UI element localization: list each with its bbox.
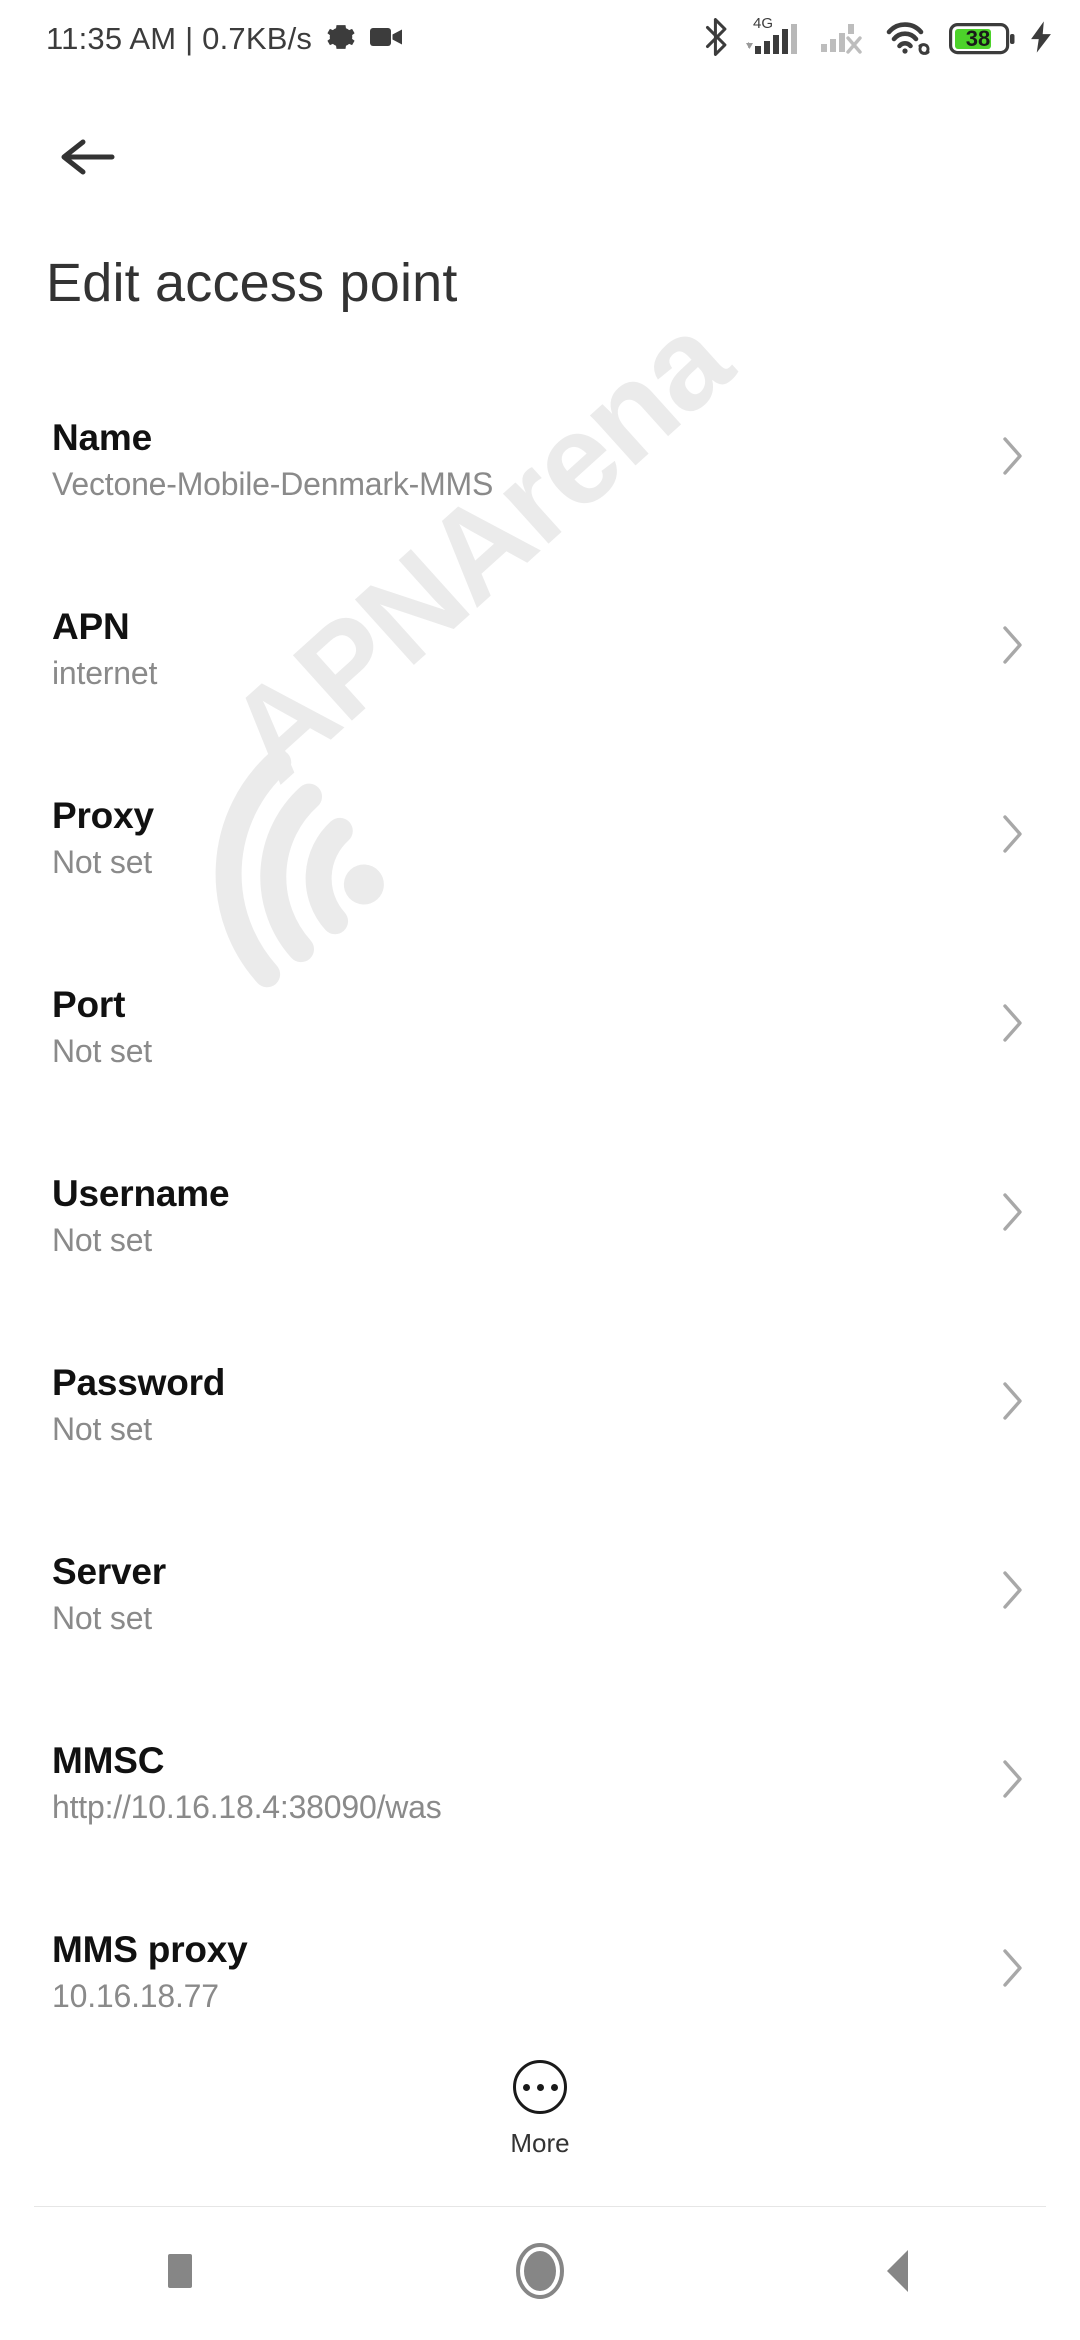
chevron-right-icon	[998, 1187, 1028, 1237]
row-text-group: Proxy Not set	[52, 773, 1028, 881]
link-chain-icon	[918, 42, 930, 55]
chevron-right-icon	[998, 809, 1028, 859]
chevron-right-icon	[998, 998, 1028, 1048]
row-title: Port	[52, 984, 126, 1025]
row-title: APN	[52, 606, 130, 647]
dot	[522, 2083, 530, 2091]
row-value: Not set	[52, 1600, 152, 1637]
network-type-label: 4G	[753, 15, 774, 32]
list-item[interactable]: Server Not set	[0, 1529, 1080, 1718]
video-camera-icon	[370, 25, 404, 54]
row-text-group: Server Not set	[52, 1529, 1028, 1637]
status-bar-right: 4G 38	[703, 15, 1054, 61]
row-title: MMS proxy	[52, 1929, 248, 1970]
row-title: Name	[52, 417, 152, 458]
list-item[interactable]: APN internet	[0, 584, 1080, 773]
signal-4g-icon: 4G	[744, 15, 806, 58]
back-button[interactable]	[46, 117, 130, 201]
triangle-left-icon	[879, 2246, 921, 2301]
row-value: Vectone-Mobile-Denmark-MMS	[52, 466, 494, 503]
overflow-dots-circle-icon	[513, 2060, 567, 2114]
circle-icon	[511, 2240, 569, 2307]
square-icon	[162, 2249, 198, 2298]
settings-list: Name Vectone-Mobile-Denmark-MMS APN inte…	[0, 395, 1080, 2096]
chevron-right-icon	[998, 1943, 1028, 1993]
row-value: http://10.16.18.4:38090/was	[52, 1789, 442, 1826]
charging-bolt-icon	[1028, 20, 1054, 59]
phone-screen: 11:35 AM | 0.7KB/s 4G 38 Edit access poi…	[0, 0, 1080, 2340]
chevron-right-icon	[998, 1376, 1028, 1426]
list-item[interactable]: Username Not set	[0, 1151, 1080, 1340]
list-item[interactable]: Name Vectone-Mobile-Denmark-MMS	[0, 395, 1080, 584]
arrow-left-icon	[58, 133, 118, 186]
row-title: Username	[52, 1173, 230, 1214]
battery-icon: 38	[949, 22, 1015, 56]
signal-sim2-off-icon	[819, 18, 871, 61]
nav-recents-button[interactable]	[0, 2207, 360, 2340]
chevron-right-icon	[998, 620, 1028, 670]
row-title: Server	[52, 1551, 167, 1592]
row-title: MMSC	[52, 1740, 165, 1781]
chevron-right-icon	[998, 1754, 1028, 1804]
gear-icon	[326, 22, 356, 57]
row-text-group: MMSC http://10.16.18.4:38090/was	[52, 1718, 1028, 1826]
row-title: Proxy	[52, 795, 154, 836]
more-button[interactable]: More	[0, 2038, 1080, 2168]
status-bar: 11:35 AM | 0.7KB/s 4G 38	[0, 0, 1080, 78]
row-text-group: Name Vectone-Mobile-Denmark-MMS	[52, 395, 1028, 503]
status-clock: 11:35 AM | 0.7KB/s	[46, 21, 313, 56]
list-item[interactable]: Proxy Not set	[0, 773, 1080, 962]
row-title: Password	[52, 1362, 226, 1403]
row-value: Not set	[52, 1033, 152, 1070]
chevron-right-icon	[998, 431, 1028, 481]
wifi-icon	[884, 18, 936, 61]
list-item[interactable]: Password Not set	[0, 1340, 1080, 1529]
battery-percent-label: 38	[965, 26, 991, 51]
row-text-group: Username Not set	[52, 1151, 1028, 1259]
navigation-bar	[0, 2207, 1080, 2340]
nav-home-button[interactable]	[360, 2207, 720, 2340]
row-value: Not set	[52, 1222, 152, 1259]
dot	[550, 2083, 558, 2091]
row-value: Not set	[52, 844, 152, 881]
list-item[interactable]: MMSC http://10.16.18.4:38090/was	[0, 1718, 1080, 1907]
row-text-group: Password Not set	[52, 1340, 1028, 1448]
row-text-group: APN internet	[52, 584, 1028, 692]
list-item[interactable]: Port Not set	[0, 962, 1080, 1151]
bluetooth-icon	[703, 17, 731, 61]
row-text-group: MMS proxy 10.16.18.77	[52, 1907, 1028, 2015]
chevron-right-icon	[998, 1565, 1028, 1615]
row-value: Not set	[52, 1411, 152, 1448]
nav-back-button[interactable]	[720, 2207, 1080, 2340]
page-title: Edit access point	[46, 253, 458, 313]
more-label: More	[510, 2128, 570, 2158]
dot	[536, 2083, 544, 2091]
row-value: 10.16.18.77	[52, 1978, 219, 2015]
row-text-group: Port Not set	[52, 962, 1028, 1070]
row-value: internet	[52, 655, 158, 692]
status-bar-left: 11:35 AM | 0.7KB/s	[46, 21, 404, 57]
